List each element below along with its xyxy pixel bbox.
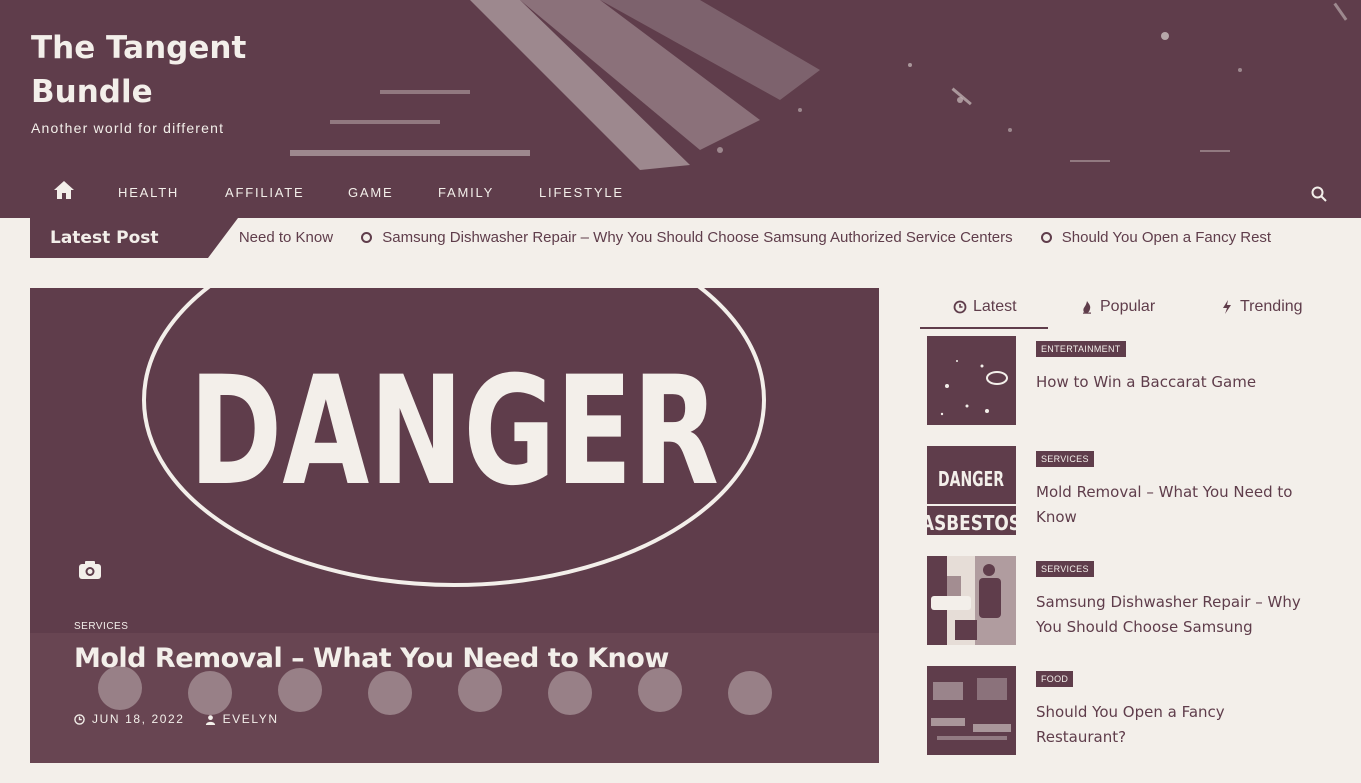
ticker-label: Latest Post	[30, 218, 208, 258]
feature-meta: JUN 18, 2022 EVELYN	[74, 712, 279, 726]
tab-popular-label: Popular	[1100, 298, 1156, 315]
feature-author[interactable]: EVELYN	[223, 712, 279, 726]
tab-latest[interactable]: Latest	[953, 298, 1017, 316]
featured-post[interactable]: DANGER SERVICES Mold Removal – What You …	[30, 288, 879, 763]
active-tab-indicator	[920, 327, 1048, 329]
ticker-item[interactable]: Samsung Dishwasher Repair – Why You Shou…	[361, 218, 1013, 258]
tab-trending-label: Trending	[1240, 298, 1303, 315]
danger-sign-text: DANGER	[189, 345, 719, 519]
site-header: The Tangent Bundle Another world for dif…	[0, 0, 1361, 218]
camera-icon	[79, 561, 101, 579]
nav-item-affiliate[interactable]: AFFILIATE	[225, 185, 305, 200]
post-category-badge[interactable]: SERVICES	[1036, 451, 1094, 467]
sidebar-post[interactable]: ENTERTAINMENT How to Win a Baccarat Game	[927, 336, 1327, 426]
feature-title[interactable]: Mold Removal – What You Need to Know	[74, 643, 669, 674]
sidebar-post[interactable]: FOOD Should You Open a Fancy Restaurant?	[927, 666, 1327, 756]
tab-latest-label: Latest	[973, 298, 1017, 315]
user-icon	[205, 714, 215, 725]
circle-arrow-icon	[361, 231, 373, 243]
nav-item-lifestyle[interactable]: LIFESTYLE	[539, 185, 624, 200]
sidebar-post[interactable]: SERVICES Samsung Dishwasher Repair – Why…	[927, 556, 1327, 646]
circle-arrow-icon	[1040, 231, 1052, 243]
ticker-track: ou Need to Know Samsung Dishwasher Repai…	[240, 218, 1334, 258]
tab-popular[interactable]: Popular	[1080, 298, 1155, 316]
clock-icon	[953, 300, 967, 314]
nav-item-health[interactable]: HEALTH	[118, 185, 179, 200]
featured-post-image: DANGER	[30, 288, 879, 763]
home-icon[interactable]	[52, 179, 76, 201]
fire-icon	[1083, 301, 1091, 314]
clock-icon	[74, 713, 85, 725]
site-tagline: Another world for different	[31, 120, 225, 136]
post-thumbnail[interactable]	[927, 556, 1016, 645]
ticker-item[interactable]: Should You Open a Fancy Rest	[1040, 218, 1271, 258]
post-thumbnail[interactable]	[927, 666, 1016, 755]
post-title[interactable]: Should You Open a Fancy Restaurant?	[1036, 700, 1318, 750]
search-icon[interactable]	[1310, 185, 1328, 203]
site-title[interactable]: The Tangent Bundle	[31, 26, 331, 114]
post-title[interactable]: Mold Removal – What You Need to Know	[1036, 480, 1318, 530]
post-title[interactable]: Samsung Dishwasher Repair – Why You Shou…	[1036, 590, 1318, 640]
post-category-badge[interactable]: FOOD	[1036, 671, 1074, 687]
feature-category-badge[interactable]: SERVICES	[74, 621, 128, 632]
post-thumbnail[interactable]	[927, 336, 1016, 425]
sidebar-tabs: Latest Popular Trending	[920, 290, 1320, 330]
post-title[interactable]: How to Win a Baccarat Game	[1036, 370, 1318, 395]
ticker-label-arrow	[208, 218, 238, 258]
thumb-asbestos-text: ASBESTOS	[927, 511, 1016, 535]
main-nav: HEALTH AFFILIATE GAME FAMILY LIFESTYLE	[0, 170, 1361, 218]
post-category-badge[interactable]: SERVICES	[1036, 561, 1094, 577]
post-category-badge[interactable]: ENTERTAINMENT	[1036, 341, 1126, 357]
sidebar-post[interactable]: DANGER ASBESTOS SERVICES Mold Removal – …	[927, 446, 1327, 536]
tab-trending[interactable]: Trending	[1220, 298, 1303, 316]
nav-item-family[interactable]: FAMILY	[438, 185, 494, 200]
feature-date[interactable]: JUN 18, 2022	[92, 712, 185, 726]
bolt-icon	[1223, 300, 1231, 314]
nav-item-game[interactable]: GAME	[348, 185, 393, 200]
post-thumbnail[interactable]: DANGER ASBESTOS	[927, 446, 1016, 535]
ticker-item[interactable]: ou Need to Know	[240, 218, 333, 258]
latest-post-ticker: Latest Post ou Need to Know Samsung Dish…	[30, 218, 1334, 258]
thumb-danger-text: DANGER	[938, 467, 1004, 491]
